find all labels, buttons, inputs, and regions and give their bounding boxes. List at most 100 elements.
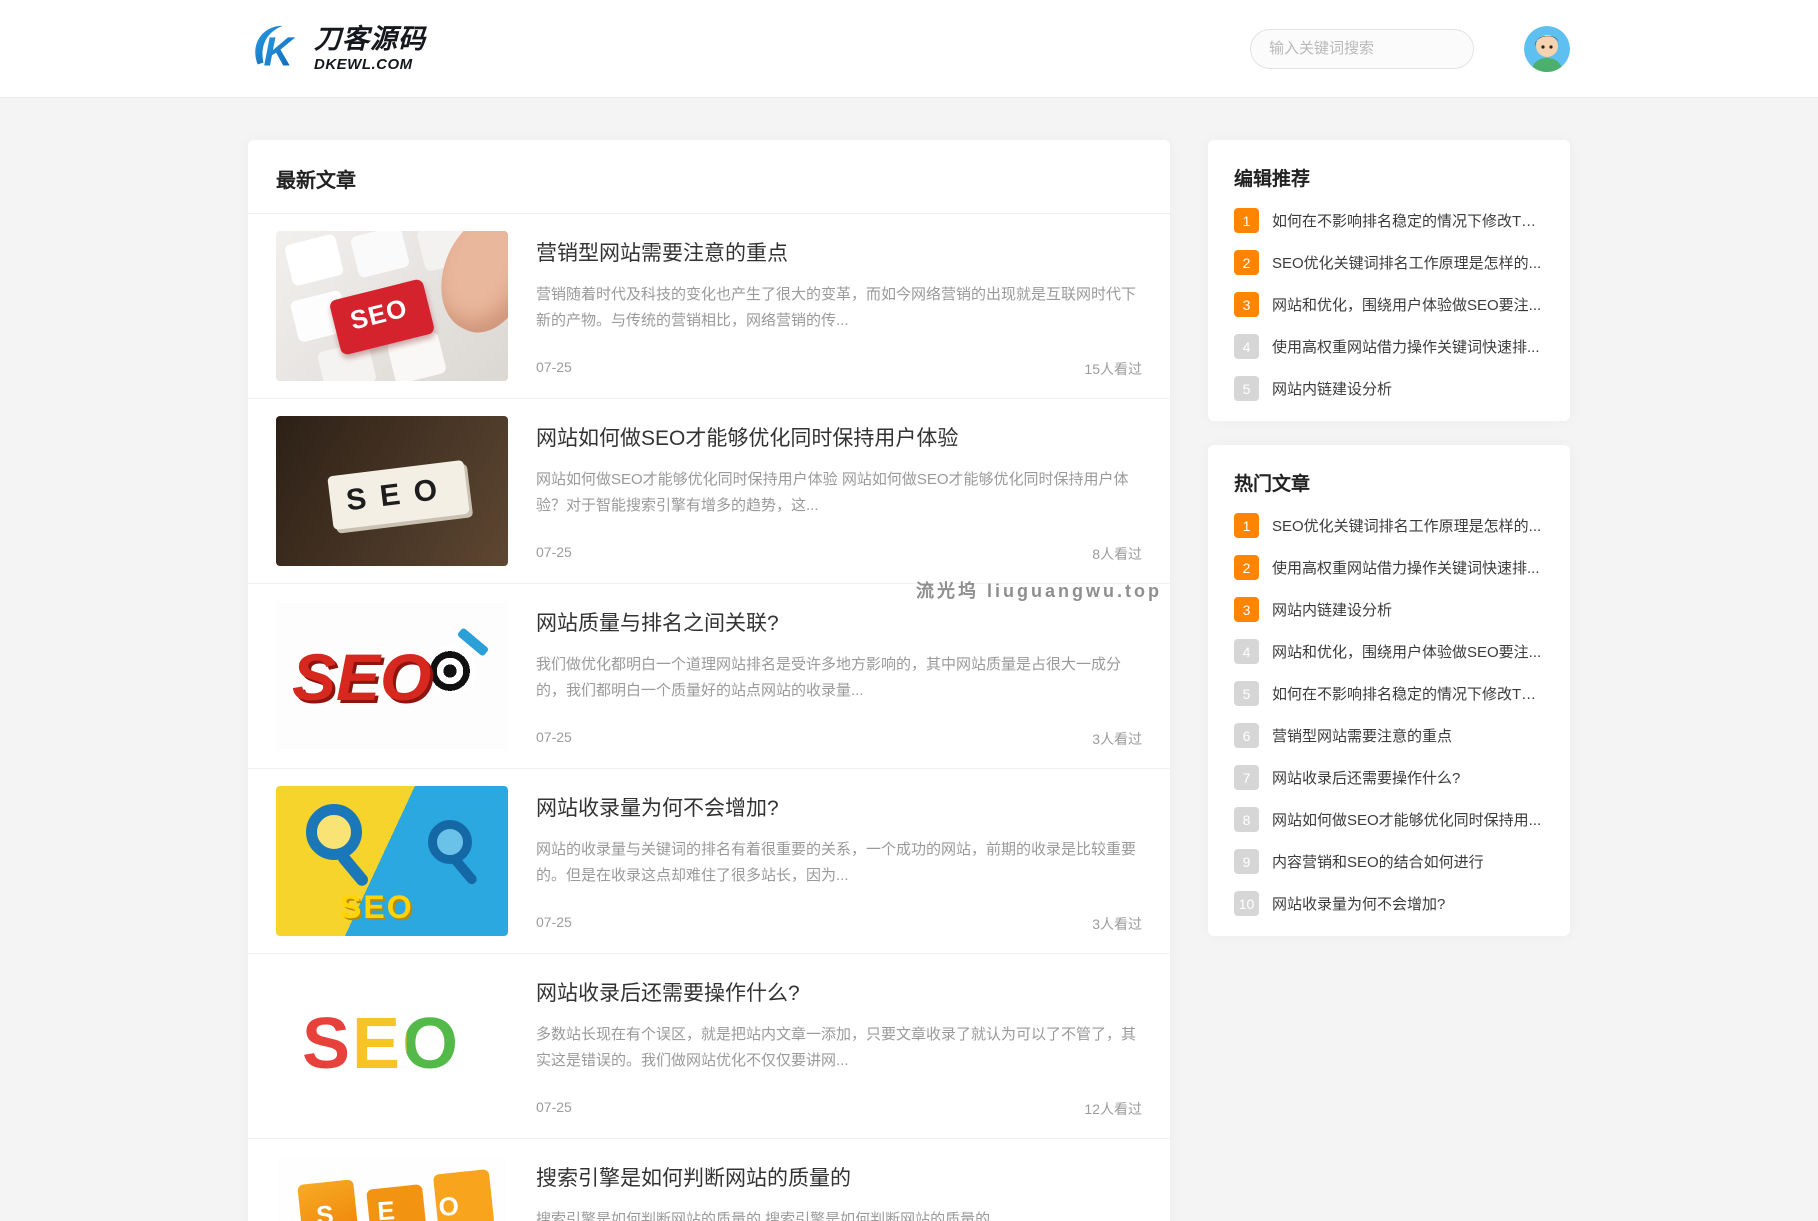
article-date: 07-25 bbox=[536, 729, 572, 749]
thumbnail-seo-text: SEO bbox=[327, 460, 470, 530]
site-header: K 刀客源码 DKEWL.COM bbox=[0, 0, 1818, 98]
thumbnail-seo-text: SEO bbox=[340, 889, 414, 926]
ranked-list-item[interactable]: 4 网站和优化，围绕用户体验做SEO要注... bbox=[1234, 639, 1544, 664]
logo-subtitle: DKEWL.COM bbox=[314, 57, 426, 72]
article-row[interactable]: SEO 营销型网站需要注意的重点 营销随着时代及科技的变化也产生了很大的变革，而… bbox=[248, 214, 1170, 399]
hot-articles-title: 热门文章 bbox=[1234, 469, 1544, 496]
ranked-item-label: 使用高权重网站借力操作关键词快速排... bbox=[1272, 336, 1540, 357]
article-view-count: 3人看过 bbox=[1092, 729, 1142, 749]
hot-articles-card: 热门文章 1 SEO优化关键词排名工作原理是怎样的... 2 使用高权重网站借力… bbox=[1208, 445, 1570, 936]
article-thumbnail[interactable]: SEO bbox=[276, 416, 508, 566]
ranked-list-item[interactable]: 5 网站内链建设分析 bbox=[1234, 376, 1544, 401]
svg-text:K: K bbox=[263, 28, 295, 74]
ranked-list-item[interactable]: 1 SEO优化关键词排名工作原理是怎样的... bbox=[1234, 513, 1544, 538]
rank-badge: 1 bbox=[1234, 513, 1259, 538]
ranked-item-label: 使用高权重网站借力操作关键词快速排... bbox=[1272, 557, 1540, 578]
rank-badge: 2 bbox=[1234, 250, 1259, 275]
article-summary: 我们做优化都明白一个道理网站排名是受许多地方影响的，其中网站质量是占很大一成分的… bbox=[536, 652, 1142, 704]
logo-icon: K bbox=[248, 20, 306, 78]
thumbnail-seo-text: SEO bbox=[292, 639, 431, 715]
ranked-item-label: 网站内链建设分析 bbox=[1272, 378, 1392, 399]
article-title[interactable]: 网站收录量为何不会增加? bbox=[536, 792, 1142, 822]
article-title[interactable]: 搜索引擎是如何判断网站的质量的 bbox=[536, 1162, 1142, 1192]
article-row[interactable]: SEO 网站质量与排名之间关联? 我们做优化都明白一个道理网站排名是受许多地方影… bbox=[248, 584, 1170, 769]
thumbnail-art-shape bbox=[306, 804, 362, 860]
ranked-list-item[interactable]: 4 使用高权重网站借力操作关键词快速排... bbox=[1234, 334, 1544, 359]
article-row[interactable]: SEO 网站收录量为何不会增加? 网站的收录量与关键词的排名有着很重要的关系，一… bbox=[248, 769, 1170, 954]
rank-badge: 2 bbox=[1234, 555, 1259, 580]
rank-badge: 3 bbox=[1234, 597, 1259, 622]
ranked-list-item[interactable]: 3 网站和优化，围绕用户体验做SEO要注... bbox=[1234, 292, 1544, 317]
editor-picks-list: 1 如何在不影响排名稳定的情况下修改TD... 2 SEO优化关键词排名工作原理… bbox=[1234, 208, 1544, 401]
article-thumbnail[interactable]: SEO bbox=[276, 1156, 508, 1221]
ranked-list-item[interactable]: 1 如何在不影响排名稳定的情况下修改TD... bbox=[1234, 208, 1544, 233]
search-box bbox=[1250, 29, 1474, 69]
ranked-list-item[interactable]: 8 网站如何做SEO才能够优化同时保持用... bbox=[1234, 807, 1544, 832]
sidebar: 编辑推荐 1 如何在不影响排名稳定的情况下修改TD... 2 SEO优化关键词排… bbox=[1208, 140, 1570, 960]
rank-badge: 3 bbox=[1234, 292, 1259, 317]
article-view-count: 3人看过 bbox=[1092, 914, 1142, 934]
site-logo[interactable]: K 刀客源码 DKEWL.COM bbox=[248, 20, 426, 78]
ranked-item-label: 网站收录后还需要操作什么? bbox=[1272, 767, 1460, 788]
search-input[interactable] bbox=[1269, 40, 1455, 57]
article-view-count: 15人看过 bbox=[1084, 359, 1142, 379]
article-thumbnail[interactable]: SEO bbox=[276, 231, 508, 381]
article-summary: 网站如何做SEO才能够优化同时保持用户体验 网站如何做SEO才能够优化同时保持用… bbox=[536, 467, 1142, 519]
article-view-count: 8人看过 bbox=[1092, 544, 1142, 564]
latest-articles-card: 最新文章 SEO 营销型网站需要注意的重点 营销随着时代及科技的变化也产生了很大… bbox=[248, 140, 1170, 1221]
article-date: 07-25 bbox=[536, 544, 572, 564]
ranked-item-label: 如何在不影响排名稳定的情况下修改TD... bbox=[1272, 210, 1544, 231]
ranked-list-item[interactable]: 2 使用高权重网站借力操作关键词快速排... bbox=[1234, 555, 1544, 580]
rank-badge: 8 bbox=[1234, 807, 1259, 832]
article-date: 07-25 bbox=[536, 359, 572, 379]
thumbnail-art-shape bbox=[284, 233, 345, 286]
ranked-item-label: 网站如何做SEO才能够优化同时保持用... bbox=[1272, 809, 1541, 830]
rank-badge: 4 bbox=[1234, 639, 1259, 664]
ranked-item-label: 网站和优化，围绕用户体验做SEO要注... bbox=[1272, 294, 1541, 315]
article-row[interactable]: SEO 网站收录后还需要操作什么? 多数站长现在有个误区，就是把站内文章一添加，… bbox=[248, 954, 1170, 1139]
rank-badge: 4 bbox=[1234, 334, 1259, 359]
article-row[interactable]: SEO 网站如何做SEO才能够优化同时保持用户体验 网站如何做SEO才能够优化同… bbox=[248, 399, 1170, 584]
article-title[interactable]: 网站如何做SEO才能够优化同时保持用户体验 bbox=[536, 422, 1142, 452]
article-title[interactable]: 网站质量与排名之间关联? bbox=[536, 607, 1142, 637]
ranked-list-item[interactable]: 5 如何在不影响排名稳定的情况下修改TD... bbox=[1234, 681, 1544, 706]
ranked-list-item[interactable]: 3 网站内链建设分析 bbox=[1234, 597, 1544, 622]
watermark-text: 流光坞 liuguangwu.top bbox=[916, 577, 1162, 603]
article-thumbnail[interactable]: SEO bbox=[276, 601, 508, 751]
article-thumbnail[interactable]: SEO bbox=[276, 786, 508, 936]
rank-badge: 7 bbox=[1234, 765, 1259, 790]
article-summary: 营销随着时代及科技的变化也产生了很大的变革，而如今网络营销的出现就是互联网时代下… bbox=[536, 282, 1142, 334]
thumbnail-art-shape bbox=[424, 645, 476, 697]
thumbnail-art-shape bbox=[428, 820, 472, 864]
rank-badge: 1 bbox=[1234, 208, 1259, 233]
article-summary: 搜索引擎是如何判断网站的质量的 搜索引擎是如何判断网站的质量的... bbox=[536, 1207, 1142, 1221]
ranked-item-label: 网站和优化，围绕用户体验做SEO要注... bbox=[1272, 641, 1541, 662]
article-date: 07-25 bbox=[536, 914, 572, 934]
thumbnail-seo-text: SEO bbox=[302, 1003, 460, 1085]
ranked-list-item[interactable]: 6 营销型网站需要注意的重点 bbox=[1234, 723, 1544, 748]
ranked-list-item[interactable]: 10 网站收录量为何不会增加? bbox=[1234, 891, 1544, 916]
article-row[interactable]: SEO 搜索引擎是如何判断网站的质量的 搜索引擎是如何判断网站的质量的 搜索引擎… bbox=[248, 1139, 1170, 1221]
article-title[interactable]: 营销型网站需要注意的重点 bbox=[536, 237, 1142, 267]
ranked-list-item[interactable]: 9 内容营销和SEO的结合如何进行 bbox=[1234, 849, 1544, 874]
rank-badge: 9 bbox=[1234, 849, 1259, 874]
ranked-item-label: SEO优化关键词排名工作原理是怎样的... bbox=[1272, 252, 1541, 273]
avatar-image bbox=[1524, 26, 1570, 72]
rank-badge: 5 bbox=[1234, 681, 1259, 706]
article-thumbnail[interactable]: SEO bbox=[276, 971, 508, 1121]
article-date: 07-25 bbox=[536, 1099, 572, 1119]
section-title: 最新文章 bbox=[276, 164, 1142, 193]
ranked-item-label: 网站收录量为何不会增加? bbox=[1272, 893, 1445, 914]
rank-badge: 10 bbox=[1234, 891, 1259, 916]
rank-badge: 6 bbox=[1234, 723, 1259, 748]
ranked-item-label: 内容营销和SEO的结合如何进行 bbox=[1272, 851, 1484, 872]
ranked-item-label: 如何在不影响排名稳定的情况下修改TD... bbox=[1272, 683, 1544, 704]
article-list: SEO 营销型网站需要注意的重点 营销随着时代及科技的变化也产生了很大的变革，而… bbox=[248, 214, 1170, 1221]
main-nav bbox=[472, 37, 784, 61]
ranked-list-item[interactable]: 2 SEO优化关键词排名工作原理是怎样的... bbox=[1234, 250, 1544, 275]
ranked-list-item[interactable]: 7 网站收录后还需要操作什么? bbox=[1234, 765, 1544, 790]
user-avatar[interactable] bbox=[1524, 26, 1570, 72]
ranked-item-label: 网站内链建设分析 bbox=[1272, 599, 1392, 620]
article-title[interactable]: 网站收录后还需要操作什么? bbox=[536, 977, 1142, 1007]
article-summary: 多数站长现在有个误区，就是把站内文章一添加，只要文章收录了就认为可以了不管了，其… bbox=[536, 1022, 1142, 1074]
